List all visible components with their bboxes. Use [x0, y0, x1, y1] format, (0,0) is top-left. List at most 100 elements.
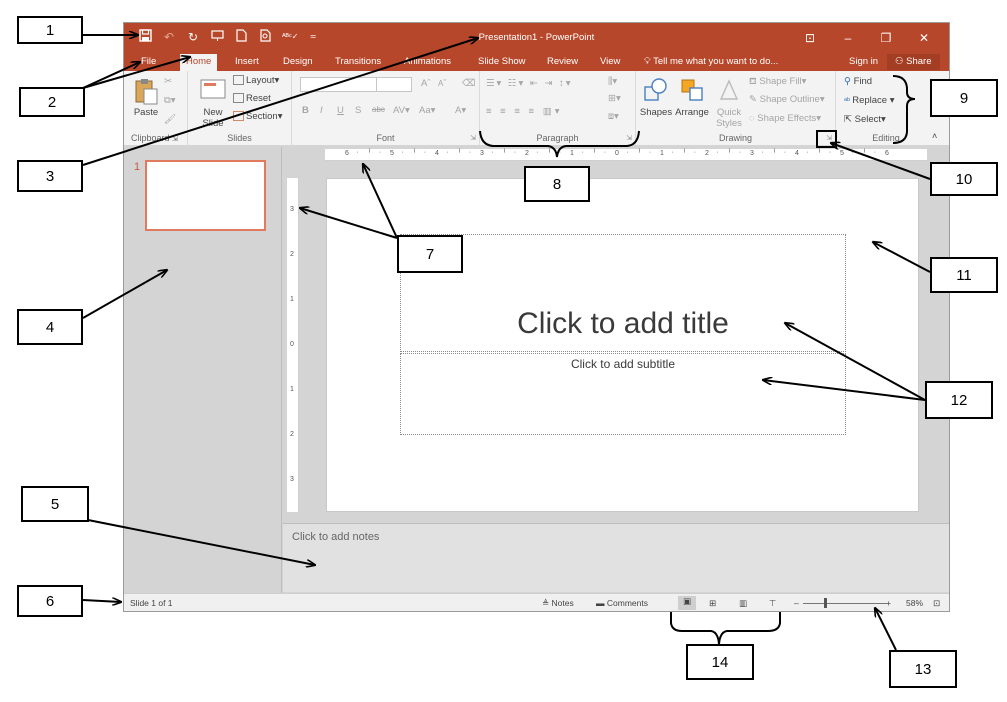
comments-button[interactable]: ▬ Comments — [596, 598, 648, 608]
close-icon[interactable]: ✕ — [905, 27, 943, 49]
tab-file[interactable]: File — [141, 56, 156, 68]
drawing-dialog-launcher-icon[interactable]: ⇲ — [826, 134, 832, 142]
notes-pane[interactable]: Click to add notes — [283, 523, 949, 592]
cut-icon[interactable]: ✂ — [164, 76, 172, 87]
section-button[interactable]: Section▾ — [233, 111, 282, 122]
slide-canvas[interactable]: Click to add title Click to add subtitle — [326, 178, 919, 512]
shape-effects-button[interactable]: ◌ Shape Effects▾ — [749, 113, 821, 124]
shrink-font-icon[interactable]: Aˇ — [438, 78, 447, 89]
smartart-icon[interactable]: ⧈▾ — [608, 111, 619, 122]
slide-sorter-icon[interactable]: ⊞ — [709, 598, 716, 609]
slide-number: 1 — [134, 161, 141, 173]
ruler-tick-mark: · — [536, 149, 539, 156]
character-spacing-button[interactable]: AV▾ — [393, 105, 410, 116]
font-name-input[interactable] — [300, 77, 378, 92]
subtitle-placeholder[interactable]: Click to add subtitle — [400, 353, 846, 435]
ruler-tick-mark: · — [806, 149, 809, 156]
ruler-tick-mark: · — [558, 149, 562, 156]
font-dialog-launcher-icon[interactable]: ⇲ — [470, 134, 476, 142]
replace-button[interactable]: ᵃᵇ Replace ▾ — [844, 95, 895, 106]
new-slide-label-2: Slide — [202, 118, 224, 129]
tell-me-box[interactable]: 💡︎ Tell me what you want to do... — [644, 56, 778, 67]
bold-button[interactable]: B — [302, 105, 309, 116]
tab-home[interactable]: Home — [180, 54, 218, 71]
dialog-launcher-icon[interactable]: ⇲ — [172, 136, 178, 143]
tab-slide-show[interactable]: Slide Show — [478, 56, 526, 68]
zoom-slider-thumb[interactable] — [824, 598, 828, 608]
text-direction-icon[interactable]: ⫼▾ — [608, 76, 617, 87]
paragraph-dialog-launcher-icon[interactable]: ⇲ — [626, 134, 632, 142]
ruler-tick-mark: ╵ — [412, 150, 417, 157]
copy-icon[interactable]: ⧉▾ — [164, 95, 176, 106]
shapes-label: Shapes — [639, 107, 673, 118]
zoom-slider[interactable] — [803, 603, 887, 604]
shape-fill-button[interactable]: ⛾ Shape Fill▾ — [749, 76, 806, 88]
pencil-icon: ✎ — [749, 94, 760, 105]
tab-review[interactable]: Review — [547, 56, 578, 68]
ruler-tick-label: 0 — [290, 341, 294, 348]
font-size-input[interactable] — [376, 77, 412, 92]
layout-button[interactable]: Layout▾ — [233, 75, 279, 86]
minimize-icon[interactable]: – — [829, 27, 867, 49]
comment-icon: ▬ — [596, 598, 607, 608]
new-slide-button[interactable]: New Slide — [196, 77, 230, 129]
zoom-in-button[interactable]: + — [886, 598, 891, 608]
title-placeholder[interactable]: Click to add title — [400, 234, 846, 352]
font-color-button[interactable]: A▾ — [455, 105, 466, 116]
fit-to-window-icon[interactable]: ⊡ — [933, 598, 940, 609]
ruler-tick-mark: · — [873, 149, 877, 156]
shadow-button[interactable]: S — [355, 105, 361, 116]
slide-thumbnail[interactable] — [145, 160, 266, 231]
paste-label: Paste — [133, 107, 159, 118]
status-bar: Slide 1 of 1 ≜ Notes ▬ Comments ▣ ⊞ ▥ ⊤ … — [124, 593, 949, 611]
clear-formatting-icon[interactable]: ⌫ — [462, 78, 475, 89]
slide-show-icon[interactable]: ⊤ — [769, 598, 776, 609]
callout-13: 13 — [889, 650, 957, 688]
paste-button[interactable]: Paste — [130, 77, 162, 118]
tab-transitions[interactable]: Transitions — [335, 56, 381, 68]
ruler-tick-mark: · — [693, 149, 697, 156]
underline-button[interactable]: U — [337, 105, 344, 116]
quick-styles-button[interactable]: Quick Styles — [712, 77, 746, 129]
new-slide-icon — [200, 77, 226, 105]
callout-3: 3 — [17, 160, 83, 192]
normal-view-icon[interactable]: ▣ — [678, 596, 696, 610]
ruler-tick-label: 2 — [290, 251, 294, 258]
strikethrough-button[interactable]: abc — [372, 105, 385, 114]
ruler-tick-mark: ╵ — [502, 150, 507, 157]
find-button[interactable]: ⚲ Find — [844, 76, 872, 87]
shapes-button[interactable]: Shapes — [638, 77, 674, 118]
grow-font-icon[interactable]: Aˆ — [421, 78, 431, 89]
reading-view-icon[interactable]: ▥ — [739, 598, 747, 609]
zoom-level[interactable]: 58% — [906, 598, 923, 608]
tab-animations[interactable]: Animations — [404, 56, 451, 68]
align-text-icon[interactable]: ⊞▾ — [608, 93, 621, 104]
ruler-tick-label: 3 — [750, 150, 754, 157]
collapse-ribbon-icon[interactable]: ˄ — [932, 131, 937, 141]
section-label: Section — [246, 111, 278, 122]
quick-styles-label-2: Styles — [716, 118, 742, 129]
tab-view[interactable]: View — [600, 56, 620, 68]
tab-insert[interactable]: Insert — [235, 56, 259, 68]
sign-in-link[interactable]: Sign in — [849, 56, 878, 67]
ribbon-display-options-icon[interactable]: ⊡ — [791, 27, 829, 49]
share-button[interactable]: ⚇ Share — [887, 54, 940, 70]
arrange-button[interactable]: Arrange — [673, 77, 711, 118]
reset-button[interactable]: Reset — [233, 93, 271, 104]
format-painter-icon[interactable]: 🖌︎ — [164, 114, 176, 125]
shape-outline-button[interactable]: ✎ Shape Outline▾ — [749, 94, 825, 105]
select-button[interactable]: ⇱ Select▾ — [844, 114, 886, 125]
alignment-icons[interactable]: ≡ ≡ ≡ ≡ ▥▾ — [486, 106, 562, 117]
ruler-tick-mark: ╵ — [682, 150, 687, 157]
ruler-tick-mark: ╵ — [637, 150, 642, 157]
italic-button[interactable]: I — [320, 105, 323, 116]
font-group: Aˆ Aˇ ⌫ B I U S abc AV▾ Aa▾ A▾ Font ⇲ — [292, 71, 480, 146]
font-label: Font — [376, 133, 395, 143]
bullets-numbering-icons[interactable]: ☰▾ ☷▾ ⇤ ⇥ ↕▾ — [486, 78, 573, 89]
tab-design[interactable]: Design — [283, 56, 313, 68]
notes-button[interactable]: ≜ Notes — [542, 598, 574, 609]
ruler-tick-label: 3 — [290, 206, 294, 213]
restore-icon[interactable]: ❐ — [867, 27, 905, 49]
change-case-button[interactable]: Aa▾ — [419, 105, 435, 116]
zoom-out-button[interactable]: – — [794, 598, 799, 608]
